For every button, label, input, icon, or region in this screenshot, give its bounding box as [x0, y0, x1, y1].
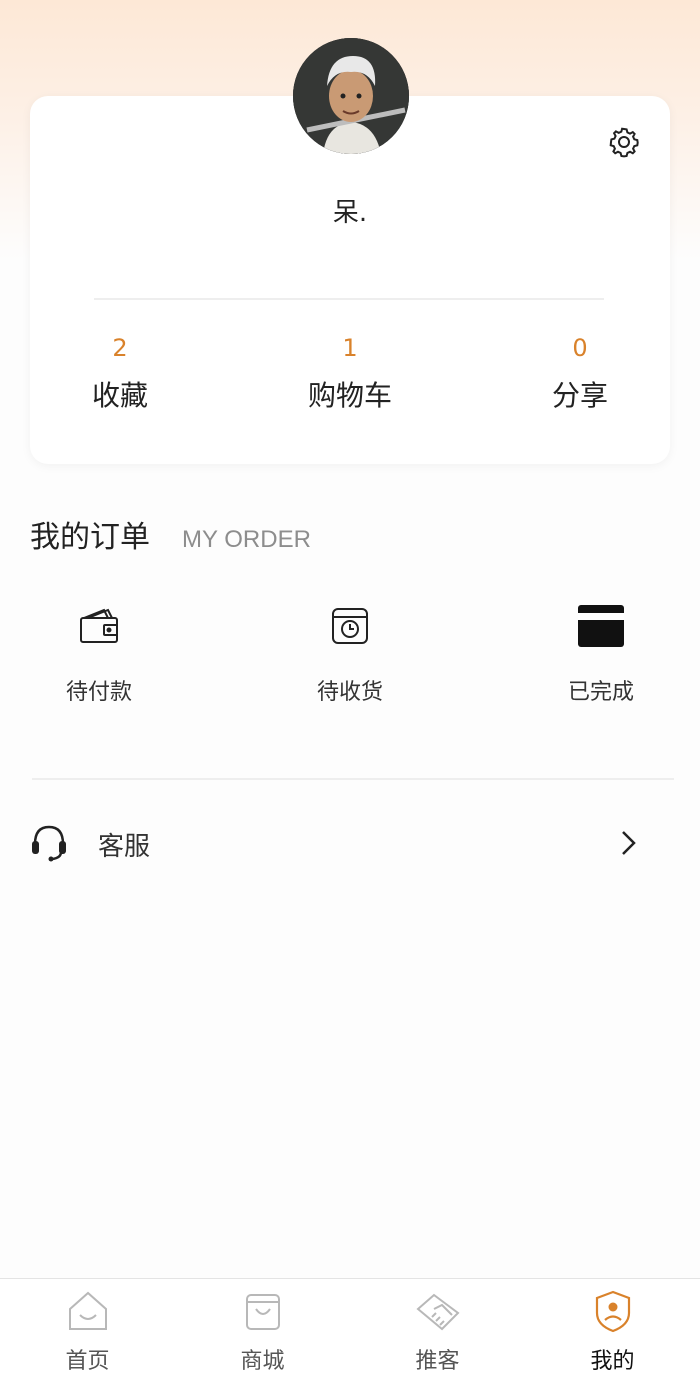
customer-service-row[interactable]: 客服	[0, 808, 700, 878]
avatar-image	[293, 38, 409, 154]
home-icon	[68, 1291, 107, 1330]
order-item-label: 待付款	[65, 680, 132, 705]
order-pending-payment[interactable]: 待付款	[19, 600, 179, 706]
stat-favorites[interactable]: 2 收藏	[40, 332, 200, 414]
stat-count: 1	[342, 334, 358, 362]
stat-label: 购物车	[307, 379, 392, 412]
tab-label: 首页	[65, 1349, 110, 1374]
settings-button[interactable]	[606, 124, 642, 160]
tab-referral[interactable]: 推客	[350, 1279, 525, 1378]
order-item-label: 待收货	[316, 680, 383, 705]
username: 呆.	[332, 198, 368, 228]
order-section-header: 我的订单 MY ORDER	[30, 512, 311, 556]
user-badge-icon	[595, 1290, 630, 1333]
chevron-right-icon	[622, 831, 636, 855]
tab-label: 我的	[590, 1349, 635, 1374]
handshake-icon	[415, 1293, 460, 1331]
shopping-bag-icon	[245, 1294, 280, 1330]
clock-box-icon	[324, 600, 376, 652]
order-item-label: 已完成	[567, 680, 634, 705]
card-icon	[575, 600, 627, 652]
wallet-icon	[73, 600, 125, 652]
order-title: 我的订单	[30, 520, 150, 555]
divider	[32, 778, 674, 780]
stat-cart[interactable]: 1 购物车	[270, 332, 430, 414]
order-completed[interactable]: 已完成	[521, 600, 681, 706]
tab-mall[interactable]: 商城	[175, 1279, 350, 1378]
stat-count: 0	[572, 334, 588, 362]
order-pending-receipt[interactable]: 待收货	[270, 600, 430, 706]
tab-home[interactable]: 首页	[0, 1279, 175, 1378]
divider	[94, 298, 604, 300]
stat-share[interactable]: 0 分享	[500, 332, 660, 414]
customer-service-label: 客服	[98, 832, 151, 862]
tab-label: 商城	[240, 1349, 285, 1374]
bottom-tab-bar: 首页 商城 推客 我的	[0, 1278, 700, 1378]
stat-label: 分享	[551, 379, 608, 412]
headset-icon	[32, 825, 66, 862]
order-subtitle: MY ORDER	[182, 526, 311, 553]
stat-label: 收藏	[91, 379, 148, 412]
tab-label: 推客	[415, 1349, 460, 1374]
avatar[interactable]	[293, 38, 409, 154]
gear-icon	[609, 127, 639, 158]
stats-row: 2 收藏 1 购物车 0 分享	[30, 332, 670, 432]
tab-mine[interactable]: 我的	[525, 1279, 700, 1378]
stat-count: 2	[112, 334, 128, 362]
